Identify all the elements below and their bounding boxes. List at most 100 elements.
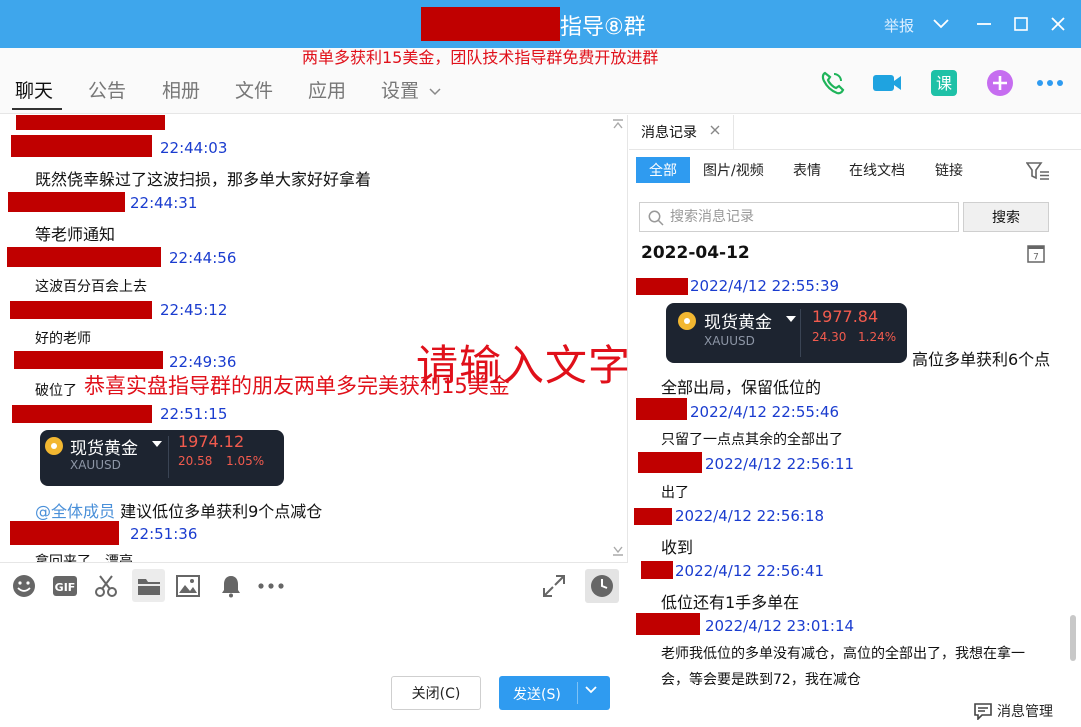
history-text: 低位还有1手多单在 [661,593,800,612]
quote-change: 20.58 [178,454,213,468]
svg-text:GIF: GIF [55,581,76,594]
tab-album[interactable]: 相册 [162,76,200,103]
chevron-down-icon[interactable] [585,686,597,694]
filter-stickers[interactable]: 表情 [793,157,821,183]
expand-input-icon[interactable] [539,571,569,601]
history-text: 收到 [661,538,694,557]
redacted-sender [638,452,702,473]
message-time: 22:44:31 [130,194,198,212]
qq-group-chat-window: 指导⑧群 举报 聊天 公告 相册 文件 应用 设置 课 两单多获利15美金，团队… [0,0,1081,727]
tab-apps[interactable]: 应用 [308,76,346,103]
history-text: 只留了一点点其余的全部出了 [661,432,843,448]
tab-chat[interactable]: 聊天 [15,76,53,103]
message-text: 好的老师 [35,331,91,347]
filter-media[interactable]: 图片/视频 [703,157,764,183]
history-text: 高位多单获利6个点 [912,350,1051,369]
video-call-icon[interactable] [872,68,902,98]
gif-icon[interactable]: GIF [50,571,80,601]
stock-quote-card[interactable]: 现货黄金 XAUUSD 1974.12 20.58 1.05% [40,430,284,486]
minimize-icon[interactable] [971,10,997,38]
history-search-button[interactable]: 搜索 [963,202,1049,232]
calendar-icon[interactable]: 7 [1027,243,1045,263]
gold-coin-icon [45,437,63,455]
more-tools-icon[interactable] [256,571,286,601]
quote-price: 1977.84 [812,307,879,326]
maximize-icon[interactable] [1008,10,1034,38]
quote-price: 1974.12 [178,432,245,451]
message-text: @全体成员 建议低位多单获利9个点减仓 [35,498,322,522]
history-clock-icon[interactable] [585,569,619,603]
redacted-sender [636,613,700,635]
mention-all[interactable]: @全体成员 [35,502,115,521]
svg-text:7: 7 [1033,253,1039,263]
bell-icon[interactable] [216,571,246,601]
redacted-sender [634,508,672,525]
history-tab[interactable]: 消息记录 [641,122,697,142]
add-app-icon[interactable] [985,68,1015,98]
send-button[interactable]: 发送(S) [499,676,610,710]
message-text: 这波百分百会上去 [35,279,147,295]
filter-all[interactable]: 全部 [636,157,690,183]
promo-banner-text: 两单多获利15美金，团队技术指导群免费开放进群 [302,48,659,67]
overlay-caption-small: 恭喜实盘指导群的朋友两单多完美获利15美金 [84,374,510,398]
close-icon[interactable] [709,124,721,136]
chevron-down-icon[interactable] [928,10,954,38]
history-time: 2022/4/12 22:56:11 [705,455,855,473]
quote-name: 现货黄金 [704,313,772,333]
message-management-button[interactable]: 消息管理 [973,701,1053,721]
redacted-sender [636,278,688,295]
history-time: 2022/4/12 22:55:46 [690,403,840,421]
more-icon[interactable] [1035,68,1065,98]
redacted-group-name [421,7,560,41]
history-time: 2022/4/12 22:56:41 [675,562,825,580]
message-time: 22:51:15 [160,405,228,423]
stock-quote-card[interactable]: 现货黄金 XAUUSD 1977.84 24.30 1.24% [666,303,907,363]
quote-change: 24.30 [812,330,847,344]
history-search-box[interactable] [639,202,959,232]
folder-icon[interactable] [132,569,165,602]
image-icon[interactable] [173,571,203,601]
collapse-icon[interactable] [612,119,624,129]
history-scrollbar[interactable] [1070,615,1076,661]
send-button-label: 发送(S) [513,687,561,703]
chevron-down-icon [429,87,441,95]
filter-icon[interactable] [1026,161,1050,181]
message-input-area[interactable]: GIF 关闭(C) 发送(S) [0,562,628,727]
tab-announcement[interactable]: 公告 [88,76,126,103]
phone-icon[interactable] [817,68,847,98]
filter-docs[interactable]: 在线文档 [849,157,905,183]
caret-down-icon [152,441,162,447]
quote-change-pct: 1.05% [226,454,265,468]
redacted-sender [8,192,125,212]
tab-files[interactable]: 文件 [235,76,273,103]
redacted-sender [7,247,161,267]
redacted-sender [636,398,687,420]
search-icon [648,210,664,226]
filter-links[interactable]: 链接 [935,157,963,183]
close-icon[interactable] [1045,10,1071,38]
expand-icon[interactable] [612,546,624,556]
history-search-input[interactable] [670,207,950,227]
history-text: 全部出局，保留低位的 [661,378,822,397]
redacted-sender [12,405,152,423]
message-text: 等老师通知 [35,225,116,244]
redacted-sender [16,115,165,130]
redacted-sender [14,351,163,369]
gold-coin-icon [678,312,696,330]
card-divider [800,309,801,357]
active-tab-underline [12,108,62,110]
scissors-icon[interactable] [91,571,121,601]
tab-settings[interactable]: 设置 [381,76,441,103]
redacted-sender [11,135,152,157]
close-button[interactable]: 关闭(C) [391,676,481,710]
emoji-icon[interactable] [9,571,39,601]
message-body: 建议低位多单获利9个点减仓 [120,502,323,521]
history-text: 出了 [661,485,689,501]
report-button[interactable]: 举报 [884,15,914,36]
send-divider [577,682,578,704]
history-time: 2022/4/12 22:55:39 [690,277,840,295]
tab-divider [733,115,734,149]
lesson-icon[interactable]: 课 [929,68,959,98]
svg-text:课: 课 [936,74,952,93]
history-date: 2022-04-12 [641,243,750,263]
